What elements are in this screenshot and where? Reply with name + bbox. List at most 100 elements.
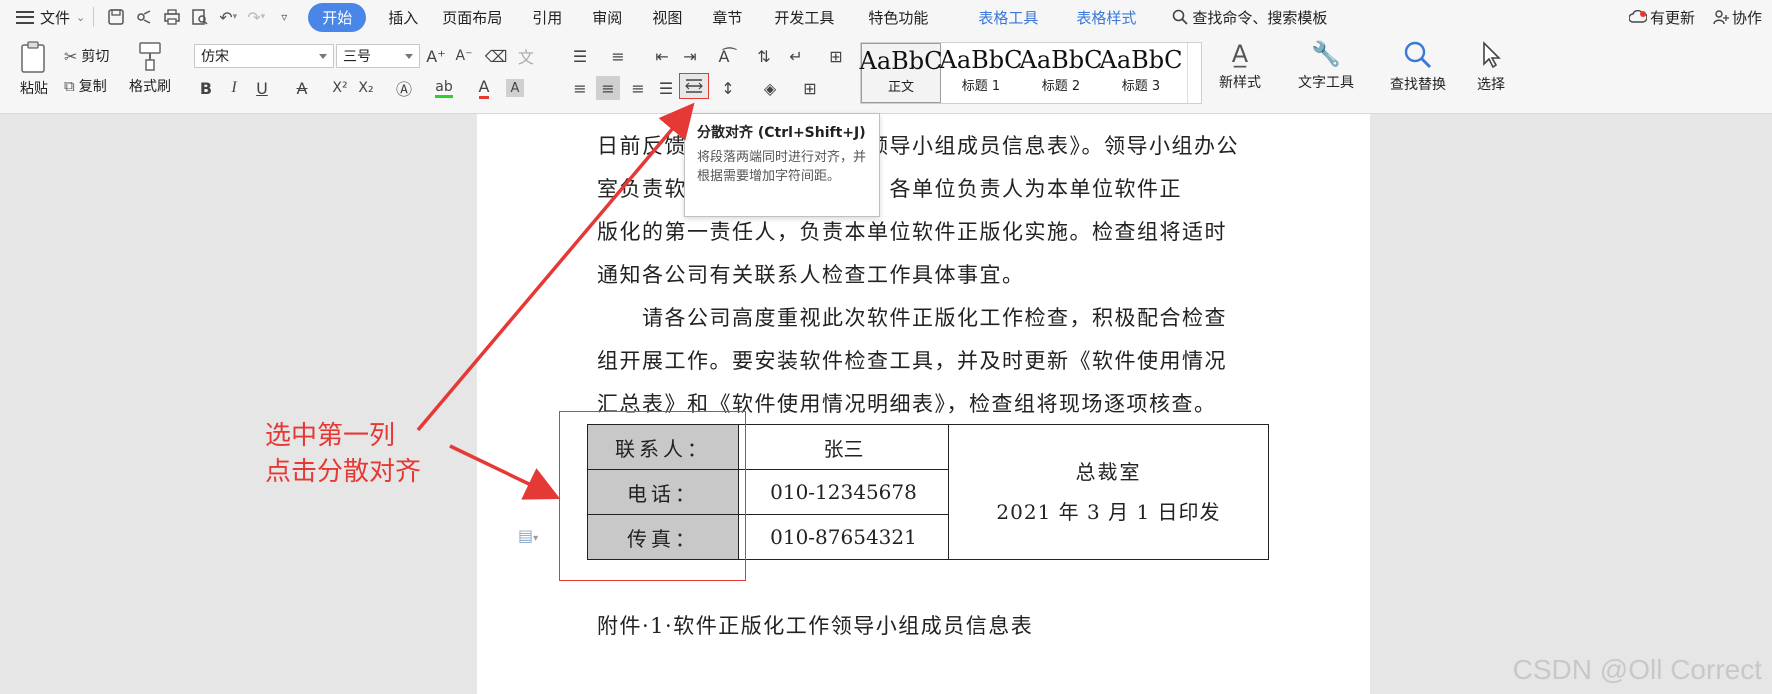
copy-button[interactable]: ⧉ 复制 [64, 76, 107, 96]
tab-chapter[interactable]: 章节 [712, 3, 742, 32]
paste-button[interactable]: 粘贴 [12, 40, 56, 104]
format-painter-label: 格式刷 [129, 79, 171, 95]
tooltip-description: 将段落两端同时进行对齐，并根据需要增加字符间距。 [697, 150, 867, 184]
annotation-line: 点击分散对齐 [265, 457, 422, 487]
char-shading-icon[interactable]: A [506, 79, 524, 97]
doc-line: 请各公司高度重视此次软件正版化工作检查，积极配合检查 [597, 306, 1227, 330]
style-heading-2[interactable]: AaBbC 标题 2 [1020, 43, 1103, 103]
justify-icon[interactable]: ☰ [654, 76, 678, 100]
watermark: CSDN @Oll Correct [1512, 654, 1762, 685]
chevron-down-icon [319, 53, 327, 59]
annotation-text: 选中第一列 点击分散对齐 [265, 418, 421, 490]
style-name: 标题 1 [961, 79, 1001, 94]
border-table-icon[interactable]: ⊞ [824, 44, 848, 68]
tab-table-style[interactable]: 表格样式 [1076, 3, 1136, 32]
menu-bar: 文件 ⌄ ↶ ▾ ↷ ▾ ▿ 开始 插入 页面布局 引用 审阅 视图 章节 开发工具… [0, 0, 1772, 34]
tab-developer[interactable]: 开发工具 [774, 3, 834, 32]
tab-view[interactable]: 视图 [652, 3, 682, 32]
doc-line: 通知各公司有关联系人检查工作具体事宜。 [597, 263, 1025, 287]
align-right-icon[interactable]: ≡ [626, 76, 650, 100]
table-cell-issuer[interactable]: 总裁室 2021 年 3 月 1 日印发 [948, 424, 1269, 560]
style-heading-1[interactable]: AaBbC 标题 1 [939, 43, 1023, 103]
bold-icon[interactable]: B [194, 76, 218, 100]
tab-table-tools[interactable]: 表格工具 [978, 3, 1038, 32]
increase-indent-icon[interactable]: ⇥ [678, 44, 702, 68]
style-heading-3[interactable]: AaBbC 标题 3 [1100, 43, 1183, 103]
italic-icon[interactable]: I [222, 76, 246, 100]
collab-button[interactable]: 协作 [1713, 7, 1762, 28]
find-replace-button[interactable]: 查找替换 [1382, 40, 1454, 94]
ribbon: 粘贴 ✂ 剪切 ⧉ 复制 格式刷 仿宋 三号 A⁺ A⁻ ⌫ 文 B I U A… [0, 34, 1772, 114]
search-command-label: 查找命令、搜索模板 [1192, 8, 1328, 27]
underline-icon[interactable]: U [250, 76, 274, 100]
search-icon [1173, 9, 1189, 25]
copy-label: 复制 [78, 79, 107, 95]
magnifier-icon [1404, 41, 1432, 69]
redo-icon[interactable]: ↷ ▾ [242, 4, 270, 30]
cursor-icon [1483, 41, 1501, 69]
copy-icon: ⧉ [64, 77, 75, 95]
cloud-icon [1628, 10, 1647, 23]
table-cell-value[interactable]: 010-87654321 [738, 514, 949, 560]
update-button[interactable]: 有更新 [1628, 7, 1695, 28]
font-color-icon[interactable]: A [472, 76, 496, 100]
search-command[interactable]: 查找命令、搜索模板 [1172, 7, 1327, 28]
tab-insert[interactable]: 插入 [388, 3, 418, 32]
cut-button[interactable]: ✂ 剪切 [64, 46, 109, 66]
save-icon[interactable] [102, 4, 130, 30]
align-center-icon[interactable]: ≡ [596, 76, 620, 100]
text-tools-button[interactable]: 🔧 文字工具 [1290, 40, 1362, 92]
table-cell-value[interactable]: 010-12345678 [738, 469, 949, 515]
table-cell-value[interactable]: 张三 [738, 424, 949, 470]
sort-icon[interactable]: ⇅ [752, 44, 776, 68]
font-name-select[interactable]: 仿宋 [194, 44, 334, 68]
file-menu[interactable]: 文件 ⌄ [16, 7, 85, 28]
decrease-indent-icon[interactable]: ⇤ [650, 44, 674, 68]
tab-page-layout[interactable]: 页面布局 [442, 3, 502, 32]
numbered-list-icon[interactable]: ≡ [606, 44, 630, 68]
format-painter-button[interactable]: 格式刷 [126, 40, 174, 96]
border-icon[interactable]: ⊞ [798, 76, 822, 100]
bullet-list-icon[interactable]: ☰ [568, 44, 592, 68]
undo-icon[interactable]: ↶ ▾ [214, 4, 242, 30]
tab-references[interactable]: 引用 [532, 3, 562, 32]
customize-toolbar-icon[interactable]: ▿ [270, 4, 298, 30]
tab-start[interactable]: 开始 [308, 2, 367, 32]
align-left-icon[interactable]: ≡ [568, 76, 592, 100]
table-handle-icon[interactable]: ▤▾ [518, 526, 538, 545]
show-marks-icon[interactable]: ↵ [784, 44, 808, 68]
phonetic-icon[interactable]: 文 [514, 44, 538, 68]
style-gallery: AaBbC 正文 AaBbC 标题 1 AaBbC 标题 2 AaBbC 标题 … [860, 42, 1202, 104]
text-effect-icon[interactable]: Ⓐ [392, 76, 416, 100]
text-tools-label: 文字工具 [1298, 75, 1354, 91]
style-normal[interactable]: AaBbC 正文 [859, 43, 943, 103]
line-spacing-icon[interactable]: ↕ [716, 76, 740, 100]
share-icon[interactable] [130, 4, 158, 30]
style-sample: AaBbC [939, 46, 1023, 74]
shading-icon[interactable]: ◈ [758, 76, 782, 100]
tab-review[interactable]: 审阅 [592, 3, 622, 32]
font-size-select[interactable]: 三号 [336, 44, 420, 68]
paste-icon [21, 41, 45, 73]
grow-font-icon[interactable]: A⁺ [424, 44, 448, 68]
right-tools: 有更新 协作 [1628, 0, 1772, 34]
select-button[interactable]: 选择 [1466, 40, 1516, 94]
shrink-font-icon[interactable]: A⁻ [452, 44, 476, 68]
print-icon[interactable] [158, 4, 186, 30]
paste-label: 粘贴 [20, 81, 48, 97]
clear-format-icon[interactable]: ⌫ [484, 44, 508, 68]
chinese-layout-icon[interactable]: A͡ [712, 44, 736, 68]
strikethrough-icon[interactable]: A [290, 76, 314, 100]
style-sample: AaBbC [859, 47, 943, 75]
collab-label: 协作 [1731, 8, 1762, 27]
new-style-button[interactable]: A̲ 新样式 [1210, 40, 1270, 92]
superscript-icon[interactable]: X² [328, 76, 352, 100]
chevron-down-icon: ⌄ [76, 10, 86, 24]
subscript-icon[interactable]: X₂ [354, 76, 378, 100]
tooltip-title: 分散对齐 (Ctrl+Shift+J) [697, 125, 866, 141]
highlight-icon[interactable]: ab [432, 76, 456, 100]
print-preview-icon[interactable] [186, 4, 214, 30]
style-gallery-scroll[interactable] [1187, 43, 1201, 103]
tab-features[interactable]: 特色功能 [868, 3, 928, 32]
distributed-align-button[interactable] [679, 73, 709, 99]
